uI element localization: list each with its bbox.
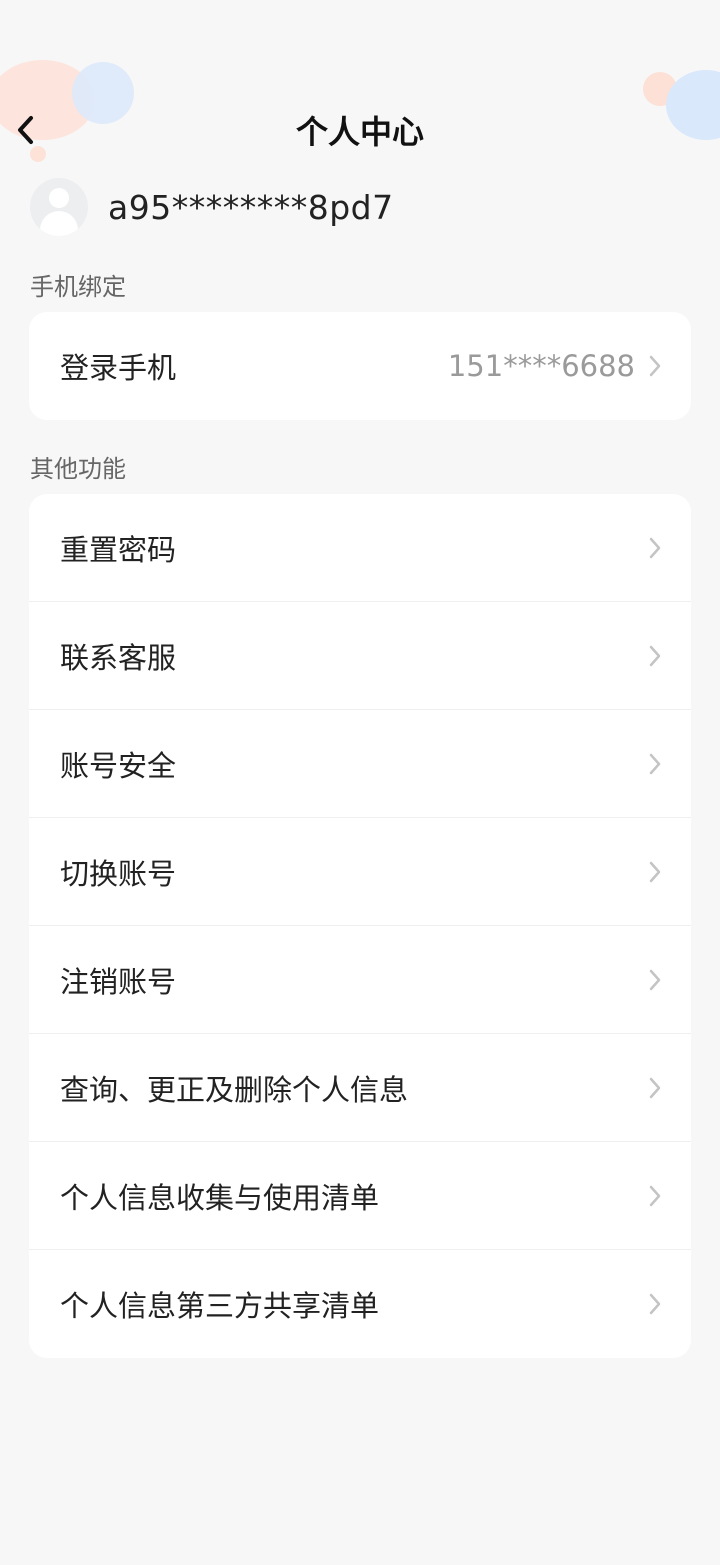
profile-row: a95********8pd7 xyxy=(30,177,394,237)
chevron-right-icon xyxy=(647,968,663,992)
top-nav-bar: 个人中心 xyxy=(0,96,720,168)
chevron-right-icon xyxy=(647,1076,663,1100)
chevron-right-icon xyxy=(647,1184,663,1208)
section-label-phone: 手机绑定 xyxy=(30,273,126,301)
phone-number-value: 151****6688 xyxy=(447,349,635,383)
switch-account-row[interactable]: 切换账号 xyxy=(29,818,691,926)
chevron-right-icon xyxy=(647,354,663,378)
row-label: 账号安全 xyxy=(60,748,177,783)
row-label: 切换账号 xyxy=(60,856,177,891)
third-party-sharing-list-row[interactable]: 个人信息第三方共享清单 xyxy=(29,1250,691,1358)
chevron-right-icon xyxy=(647,752,663,776)
section-label-other: 其他功能 xyxy=(30,455,126,483)
default-avatar-icon xyxy=(30,178,88,236)
page-title: 个人中心 xyxy=(295,113,424,151)
row-label: 个人信息收集与使用清单 xyxy=(60,1180,380,1215)
row-label: 查询、更正及删除个人信息 xyxy=(60,1072,409,1107)
chevron-right-icon xyxy=(647,644,663,668)
manage-personal-info-row[interactable]: 查询、更正及删除个人信息 xyxy=(29,1034,691,1142)
phone-card: 登录手机 151****6688 xyxy=(29,312,691,420)
row-label: 注销账号 xyxy=(60,964,177,999)
row-label: 联系客服 xyxy=(60,640,177,675)
username: a95********8pd7 xyxy=(108,187,394,227)
account-security-row[interactable]: 账号安全 xyxy=(29,710,691,818)
chevron-right-icon xyxy=(647,860,663,884)
delete-account-row[interactable]: 注销账号 xyxy=(29,926,691,1034)
contact-support-row[interactable]: 联系客服 xyxy=(29,602,691,710)
chevron-right-icon xyxy=(647,1292,663,1316)
login-phone-row[interactable]: 登录手机 151****6688 xyxy=(29,312,691,420)
chevron-right-icon xyxy=(647,536,663,560)
info-collection-list-row[interactable]: 个人信息收集与使用清单 xyxy=(29,1142,691,1250)
reset-password-row[interactable]: 重置密码 xyxy=(29,494,691,602)
other-functions-card: 重置密码 联系客服 账号安全 切换账号 注销账号 查询、更正及删除个人信息 个人… xyxy=(29,494,691,1358)
row-label: 个人信息第三方共享清单 xyxy=(60,1289,380,1323)
row-label: 登录手机 xyxy=(60,351,177,385)
row-label: 重置密码 xyxy=(60,532,177,567)
